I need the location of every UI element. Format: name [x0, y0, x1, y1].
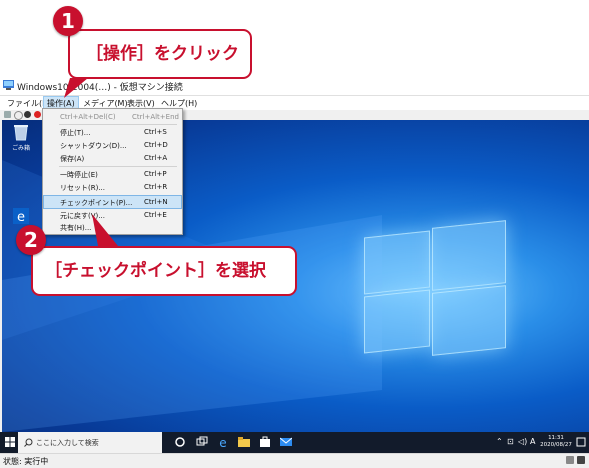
menu-item-save[interactable]: 保存(A) Ctrl+A — [44, 152, 181, 164]
menu-item-stop[interactable]: 停止(T)... Ctrl+S — [44, 126, 181, 138]
search-placeholder: ここに入力して検索 — [36, 439, 99, 447]
search-icon — [24, 438, 33, 447]
ime-indicator[interactable]: A — [530, 437, 535, 446]
file-explorer-icon[interactable] — [238, 436, 250, 448]
network-icon[interactable]: ⊡ — [507, 437, 514, 446]
cortana-icon[interactable] — [174, 436, 186, 448]
vm-app-icon — [3, 80, 14, 90]
volume-icon[interactable]: ◁) — [518, 437, 527, 446]
clock-date: 2020/08/27 — [540, 442, 572, 448]
status-bar: 状態: 実行中 — [0, 453, 589, 468]
recycle-bin-icon — [14, 125, 28, 141]
recycle-bin-desktop-icon[interactable]: ごみ箱 — [8, 124, 34, 152]
notification-icon[interactable] — [575, 436, 587, 448]
shutdown-icon[interactable] — [34, 111, 41, 118]
menu-item-pause[interactable]: 一時停止(E) Ctrl+P — [44, 168, 181, 180]
turn-off-icon[interactable] — [24, 111, 31, 118]
callout-2-text: ［チェックポイント］を選択 — [45, 261, 266, 281]
windows-logo-pane — [432, 285, 506, 356]
menu-item-checkpoint[interactable]: チェックポイント(P)... Ctrl+N — [43, 195, 182, 209]
menu-item-ctrl-alt-del[interactable]: Ctrl+Alt+Del(C) Ctrl+Alt+End — [44, 111, 181, 123]
ctrl-alt-del-icon[interactable] — [4, 111, 11, 118]
step-2-badge: 2 — [16, 225, 46, 255]
callout-1-text: ［操作］をクリック — [86, 44, 239, 64]
title-bar: Windows10-2004(…) - 仮想マシン接続 — [0, 76, 589, 96]
status-text: 状態: 実行中 — [3, 457, 49, 466]
lock-status-icon — [577, 456, 585, 464]
window-title: Windows10-2004(…) - 仮想マシン接続 — [17, 83, 183, 93]
menu-item-reset[interactable]: リセット(R)... Ctrl+R — [44, 181, 181, 193]
windows-logo-pane — [364, 230, 430, 295]
start-icon[interactable] — [14, 111, 23, 120]
menu-item-share[interactable]: 共有(H)... — [44, 221, 181, 233]
callout-2: ［チェックポイント］を選択 — [31, 246, 297, 296]
windows-logo-pane — [432, 220, 506, 291]
mail-icon[interactable] — [280, 436, 292, 448]
clock[interactable]: 11:31 2020/08/27 — [539, 435, 573, 449]
task-view-icon[interactable] — [196, 436, 208, 448]
store-icon[interactable] — [259, 436, 271, 448]
svg-text:e: e — [17, 210, 25, 224]
menu-item-revert[interactable]: 元に戻す(V)... Ctrl+E — [44, 209, 181, 221]
callout-1: ［操作］をクリック — [68, 29, 252, 79]
menu-separator — [59, 166, 177, 167]
taskbar-search-box[interactable]: ここに入力して検索 — [18, 432, 162, 453]
tray-chevron-icon[interactable]: ⌃ — [496, 437, 503, 446]
windows-logo-pane — [364, 289, 430, 354]
svg-text:e: e — [219, 436, 226, 448]
step-1-badge: 1 — [53, 6, 83, 36]
taskbar: ここに入力して検索 e ⌃ ⊡ ◁) A 11:31 2020/08/27 — [0, 432, 589, 453]
action-menu: Ctrl+Alt+Del(C) Ctrl+Alt+End 停止(T)... Ct… — [42, 108, 183, 235]
start-windows-icon[interactable] — [4, 436, 16, 448]
menu-item-shutdown[interactable]: シャットダウン(D)... Ctrl+D — [44, 139, 181, 151]
keyboard-status-icon — [566, 456, 574, 464]
recycle-bin-label: ごみ箱 — [11, 145, 30, 152]
edge-taskbar-icon[interactable]: e — [217, 436, 229, 448]
edge-icon: e — [13, 208, 29, 225]
menu-separator — [59, 124, 177, 125]
clock-time: 11:31 — [548, 435, 564, 441]
edge-desktop-icon[interactable]: e — [8, 208, 34, 226]
